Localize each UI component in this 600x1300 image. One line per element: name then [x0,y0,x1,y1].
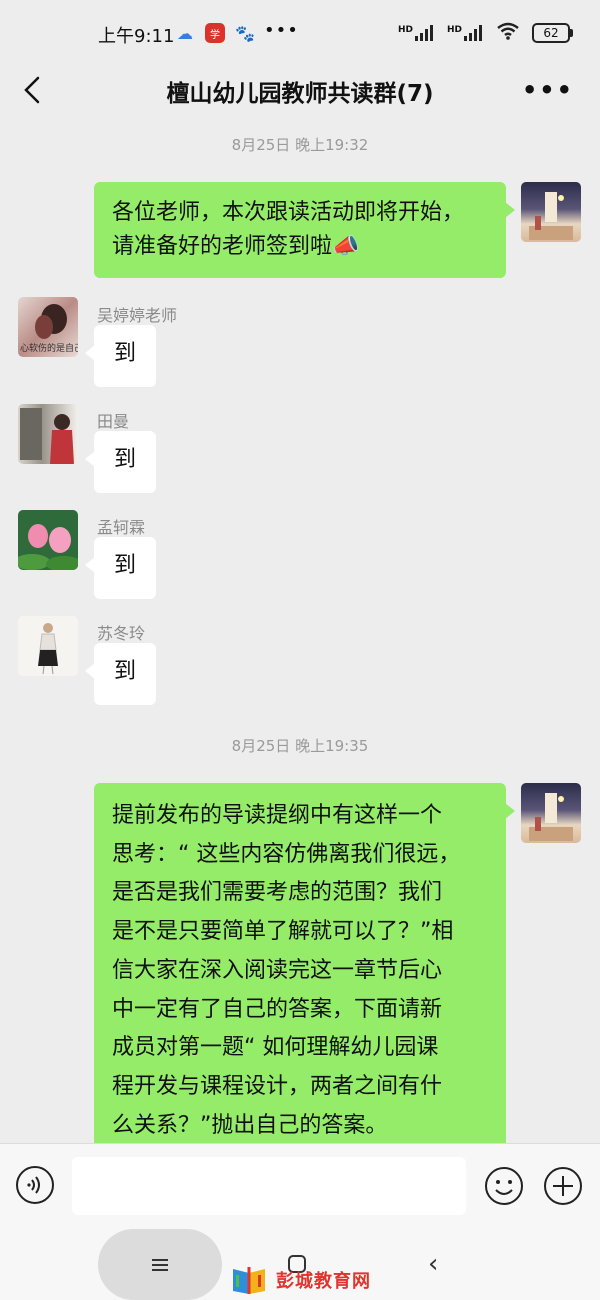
illustration-avatar-image [529,192,573,240]
incoming-message-bubble[interactable]: 到 [85,431,156,493]
message-line: 提前发布的导读提纲中有这样一个 [112,803,443,828]
menu-icon [152,1258,168,1271]
watermark-text: 彭城教育网 [276,1271,371,1292]
message-line: 么关系？”抛出自己的答案。 [112,1112,388,1138]
battery-icon: 62 [532,23,573,43]
illustration-avatar-image [529,793,573,841]
outgoing-message-bubble[interactable]: 提前发布的导读提纲中有这样一个 思考：“ 这些内容仿佛离我们很远， 是否是我们需… [94,783,515,1160]
plus-icon [544,1167,582,1205]
message-input[interactable] [72,1157,466,1215]
status-bar: 上午9:11 ☁ 学 🐾 ••• HD HD 62 [0,0,600,62]
sender-avatar[interactable] [18,404,78,464]
outgoing-message-bubble[interactable]: 各位老师，本次跟读活动即将开始， 请准备好的老师签到啦📣 [94,182,515,278]
signal-icon: HD [398,25,435,41]
avatar-caption: 心软伤的是自己 [20,344,78,354]
more-notifications-icon: ••• [264,20,299,41]
sender-name: 吴婷婷老师 [97,306,178,325]
smiley-icon [485,1167,523,1205]
sketch-figure-avatar-image [38,623,58,675]
nav-back-button[interactable]: ‹ [428,1249,438,1279]
book-logo-icon [233,1267,265,1294]
paw-app-icon: 🐾 [235,23,255,43]
watermark: 彭城教育网 [230,1265,371,1295]
wifi-icon [496,22,520,44]
recent-apps-button[interactable] [98,1229,222,1300]
system-nav-bar: ‹ 彭城教育网 [0,1229,600,1300]
message-line: 成员对第一题“ 如何理解幼儿园课 [112,1035,439,1061]
message-line: 各位老师，本次跟读活动即将开始， [112,200,465,225]
sender-avatar[interactable] [18,510,78,570]
message-line: 是否是我们需要考虑的范围？我们 [112,880,443,906]
incoming-message-bubble[interactable]: 到 [85,325,156,387]
more-functions-button[interactable] [543,1166,583,1206]
status-app-icons: ☁ 学 🐾 [175,23,255,43]
voice-icon [27,1176,40,1194]
portrait-avatar-image [20,408,74,464]
message-input-bar [0,1143,600,1230]
study-app-icon: 学 [205,23,225,43]
more-options-button[interactable]: ••• [522,76,574,104]
chat-title: 檀山幼儿园教师共读群(7) [166,81,434,107]
sender-avatar[interactable]: 心软伤的是自己 [18,297,78,357]
signal-icon-2: HD [447,25,484,41]
sender-name: 孟轲霖 [97,518,146,537]
sender-avatar[interactable] [18,616,78,676]
chat-header: 檀山幼儿园教师共读群(7) ••• [0,62,600,120]
status-time: 上午9:11 [98,26,175,47]
cloud-app-icon: ☁ [177,23,193,43]
lotus-flower-avatar-image [18,524,78,570]
hd-label: HD [397,25,413,35]
message-line: 是不是只要简单了解就可以了？”相 [112,919,454,945]
voice-input-button[interactable] [16,1166,54,1204]
message-line: 信大家在深入阅读完这一章节后心 [112,957,443,983]
sender-name: 苏冬玲 [97,624,146,643]
message-line: 思考：“ 这些内容仿佛离我们很远， [112,841,461,867]
message-timestamp: 8月25日 晚上19:32 [231,136,369,154]
status-right: HD HD 62 [398,22,573,44]
sender-name: 田曼 [97,412,130,431]
incoming-message-bubble[interactable]: 到 [85,643,156,705]
my-avatar[interactable] [521,783,581,843]
message-line: 程开发与课程设计，两者之间有什 [112,1073,443,1099]
my-avatar[interactable] [521,182,581,242]
message-line: 中一定有了自己的答案，下面请新 [112,996,443,1022]
message-line: 请准备好的老师签到啦📣 [112,234,360,259]
incoming-message-bubble[interactable]: 到 [85,537,156,599]
message-timestamp: 8月25日 晚上19:35 [231,737,369,755]
hd-label-2: HD [446,25,462,35]
emoji-button[interactable] [484,1166,524,1206]
